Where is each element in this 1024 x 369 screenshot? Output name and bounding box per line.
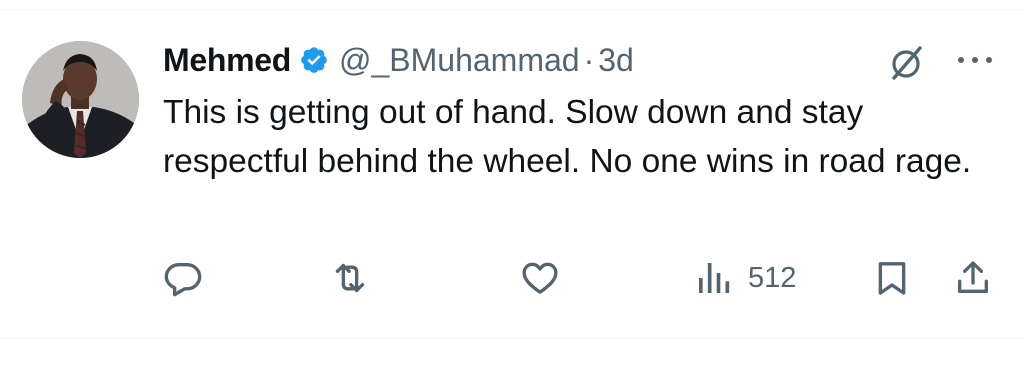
avatar[interactable] [22, 41, 139, 158]
bookmark-icon [878, 262, 906, 295]
bookmark-button[interactable] [872, 258, 912, 298]
views-count: 512 [748, 261, 797, 294]
share-icon [958, 261, 988, 293]
display-name[interactable]: Mehmed [163, 42, 291, 79]
grok-icon[interactable] [886, 42, 926, 82]
top-divider [0, 9, 1024, 10]
bottom-divider [0, 338, 1024, 339]
views-icon [699, 263, 730, 293]
avatar-photo [22, 41, 139, 158]
tweet-header: Mehmed @_BMuhammad · 3d [163, 40, 634, 80]
heart-icon [522, 262, 558, 294]
share-button[interactable] [953, 258, 993, 298]
tweet-text: This is getting out of hand. Slow down a… [163, 94, 972, 180]
timestamp[interactable]: 3d [598, 42, 634, 79]
reply-icon [164, 263, 202, 297]
repost-button[interactable] [330, 258, 370, 298]
reply-button[interactable] [163, 258, 203, 298]
separator-dot: · [583, 41, 595, 78]
more-options-icon[interactable] [955, 52, 995, 68]
views-button[interactable]: 512 [694, 258, 796, 298]
verified-badge-icon[interactable] [299, 45, 329, 75]
like-button[interactable] [520, 258, 560, 298]
handle[interactable]: @_BMuhammad [339, 42, 580, 79]
repost-icon [335, 263, 365, 293]
